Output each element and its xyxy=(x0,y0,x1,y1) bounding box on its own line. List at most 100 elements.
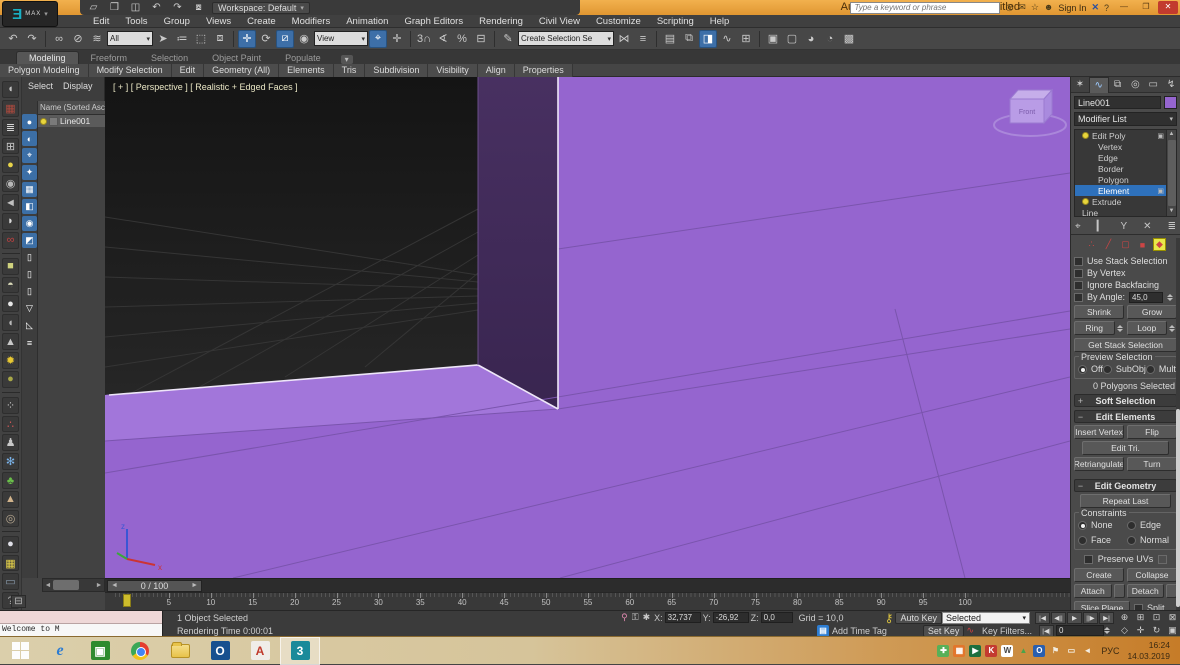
stack-item-border[interactable]: Border xyxy=(1075,163,1166,174)
render-production-icon[interactable]: ◕ xyxy=(802,30,820,48)
glasses-icon[interactable]: ∞ xyxy=(2,231,19,249)
ribbon-panel-edit[interactable]: Edit xyxy=(171,63,205,77)
list-icon[interactable]: ≣ xyxy=(2,118,19,136)
visibility-bulb-icon[interactable] xyxy=(40,117,47,125)
play-button[interactable]: ▶ xyxy=(1067,611,1082,624)
tray-icon-6[interactable]: ▲ xyxy=(1017,645,1029,657)
angle-snap-icon[interactable]: ∢ xyxy=(434,30,452,48)
previous-frame-arrow-icon[interactable]: ◄ xyxy=(111,582,118,589)
ribbon-tab-freeform[interactable]: Freeform xyxy=(79,52,140,64)
preview-multi-radio[interactable]: Multi xyxy=(1145,363,1178,375)
collapse-button[interactable]: Collapse xyxy=(1127,568,1177,582)
teapot2-icon[interactable]: ◖ xyxy=(2,314,19,332)
next-frame-arrow-icon[interactable]: ► xyxy=(191,582,198,589)
preview-off-radio[interactable]: Off xyxy=(1078,363,1103,375)
ignore-backfacing-checkbox[interactable]: Ignore Backfacing xyxy=(1074,279,1177,291)
search-input[interactable] xyxy=(850,1,1001,14)
display-tab[interactable]: ▭ xyxy=(1144,77,1162,93)
viewport-label[interactable]: [ + ] [ Perspective ] [ Realistic + Edge… xyxy=(113,82,298,92)
tray-icon-7[interactable]: O xyxy=(1033,644,1046,657)
spinner-snap-icon[interactable]: ⊟ xyxy=(472,30,490,48)
select-and-rotate-icon[interactable]: ⟳ xyxy=(257,30,275,48)
element-subobject-icon[interactable]: ◆ xyxy=(1153,238,1166,251)
pin-stack-icon[interactable]: ⌖ xyxy=(1075,221,1081,232)
angle-value-field[interactable] xyxy=(1129,291,1164,303)
search-communication-icon[interactable]: ◎ xyxy=(1005,2,1013,13)
taskbar-autocad-icon[interactable]: A xyxy=(240,637,280,665)
layer-manager-icon[interactable]: ▤ xyxy=(661,30,679,48)
taskbar-explorer-icon[interactable] xyxy=(160,637,200,665)
camera-icon[interactable]: ◉ xyxy=(2,175,19,193)
select-by-name-icon[interactable]: ≔ xyxy=(173,30,191,48)
ribbon-panel-align[interactable]: Align xyxy=(477,63,515,77)
new-key-wave-icon[interactable]: ∿ xyxy=(966,625,974,636)
tray-volume-icon[interactable]: ◄ xyxy=(1081,645,1093,657)
explorer-filter-icon[interactable]: ▽ xyxy=(22,301,37,316)
percent-snap-icon[interactable]: % xyxy=(453,30,471,48)
ribbon-panel-properties[interactable]: Properties xyxy=(514,63,573,77)
explorer-menu-display[interactable]: Display xyxy=(63,81,93,91)
unlink-selection-icon[interactable]: ⊘ xyxy=(69,30,87,48)
make-unique-icon[interactable]: Y xyxy=(1120,221,1127,232)
help-icon[interactable]: ? xyxy=(1104,3,1109,13)
x-coordinate-field[interactable] xyxy=(664,612,701,623)
set-key-button[interactable]: Set Key xyxy=(922,624,965,637)
scrollbar-thumb[interactable] xyxy=(53,580,79,590)
selection-lock-icon[interactable]: ⚿ xyxy=(632,612,639,623)
restore-button[interactable]: ❐ xyxy=(1136,1,1156,14)
flip-button[interactable]: Flip xyxy=(1127,425,1177,439)
edit-tri-button[interactable]: Edit Tri. xyxy=(1082,441,1169,455)
hierarchy-tab[interactable]: ⧉ xyxy=(1109,77,1127,93)
constraint-normal-radio[interactable]: Normal xyxy=(1127,534,1173,546)
use-stack-selection-checkbox[interactable]: Use Stack Selection xyxy=(1074,255,1177,267)
particles-icon[interactable]: ⁘ xyxy=(2,396,19,414)
vertex-subobject-icon[interactable]: ∴ xyxy=(1085,238,1098,251)
ribbon-panel-elements[interactable]: Elements xyxy=(279,63,334,77)
cone-icon[interactable]: ▲ xyxy=(2,333,19,351)
by-angle-checkbox[interactable] xyxy=(1074,292,1083,302)
snowflake-icon[interactable]: ✻ xyxy=(2,453,19,471)
go-to-end-button[interactable]: ▶| xyxy=(1099,611,1114,624)
window-crossing-icon[interactable]: ⧈ xyxy=(211,30,229,48)
maxscript-mini-listener[interactable]: Welcome to M xyxy=(0,611,163,637)
explorer-display-shapes-icon[interactable]: ◐ xyxy=(22,131,37,146)
ribbon-panel-modify-selection[interactable]: Modify Selection xyxy=(88,63,172,77)
explorer-display-groups-icon[interactable]: ◉ xyxy=(22,216,37,231)
tray-network-icon[interactable]: ▭ xyxy=(1065,645,1077,657)
show-end-result-icon[interactable]: ▎ xyxy=(1097,221,1105,232)
create-button[interactable]: Create xyxy=(1074,568,1124,582)
perspective-viewport[interactable]: Front z x [ + ] [ Perspective ] [ Realis… xyxy=(105,77,1070,578)
sign-in-link[interactable]: Sign In xyxy=(1058,3,1086,13)
remove-modifier-icon[interactable]: ✕ xyxy=(1143,221,1151,232)
angle-spinner[interactable] xyxy=(1167,293,1175,301)
current-frame-field[interactable] xyxy=(1056,625,1104,636)
loop-button[interactable]: Loop xyxy=(1126,321,1167,335)
explorer-display-lights-icon[interactable]: ⌖ xyxy=(22,148,37,163)
constraint-face-radio[interactable]: Face xyxy=(1078,534,1124,546)
ribbon-tab-object-paint[interactable]: Object Paint xyxy=(200,52,273,64)
menu-animation[interactable]: Animation xyxy=(338,15,396,28)
scroll-right-icon[interactable]: ► xyxy=(94,582,104,589)
modifier-bulb-icon[interactable] xyxy=(1082,198,1089,205)
calculator-icon[interactable]: ⊞ xyxy=(2,137,19,155)
ribbon-panel-polygon-modeling[interactable]: Polygon Modeling xyxy=(0,63,89,77)
field-of-view-icon[interactable]: ◇ xyxy=(1117,625,1132,637)
stack-item-vertex[interactable]: Vertex xyxy=(1075,141,1166,152)
explorer-display-spacewarps-icon[interactable]: ◧ xyxy=(22,199,37,214)
taskbar-clock[interactable]: 16:24 14.03.2019 xyxy=(1127,640,1170,661)
menu-create[interactable]: Create xyxy=(239,15,284,28)
use-pivot-center-icon[interactable]: ⌖ xyxy=(369,29,387,48)
command-panel-scrollbar[interactable] xyxy=(1176,238,1180,610)
split-checkbox[interactable]: Split xyxy=(1134,602,1177,610)
tray-icon-5[interactable]: W xyxy=(1001,644,1014,657)
select-and-scale-icon[interactable]: ⧄ xyxy=(276,29,294,48)
selection-set-dropdown[interactable]: Selected ▾ xyxy=(942,611,1030,624)
edit-elements-rollout-header[interactable]: − Edit Elements xyxy=(1074,410,1177,423)
open-file-icon[interactable]: ❒ xyxy=(107,2,122,14)
stack-item-extrude[interactable]: Extrude xyxy=(1075,196,1166,207)
align-icon[interactable]: ≡ xyxy=(634,30,652,48)
geosphere-icon[interactable]: ● xyxy=(2,370,19,388)
language-indicator[interactable]: РУС xyxy=(1101,646,1119,656)
stack-scrollbar[interactable]: ▲ ▼ xyxy=(1166,130,1176,216)
repeat-last-button[interactable]: Repeat Last xyxy=(1080,494,1171,508)
